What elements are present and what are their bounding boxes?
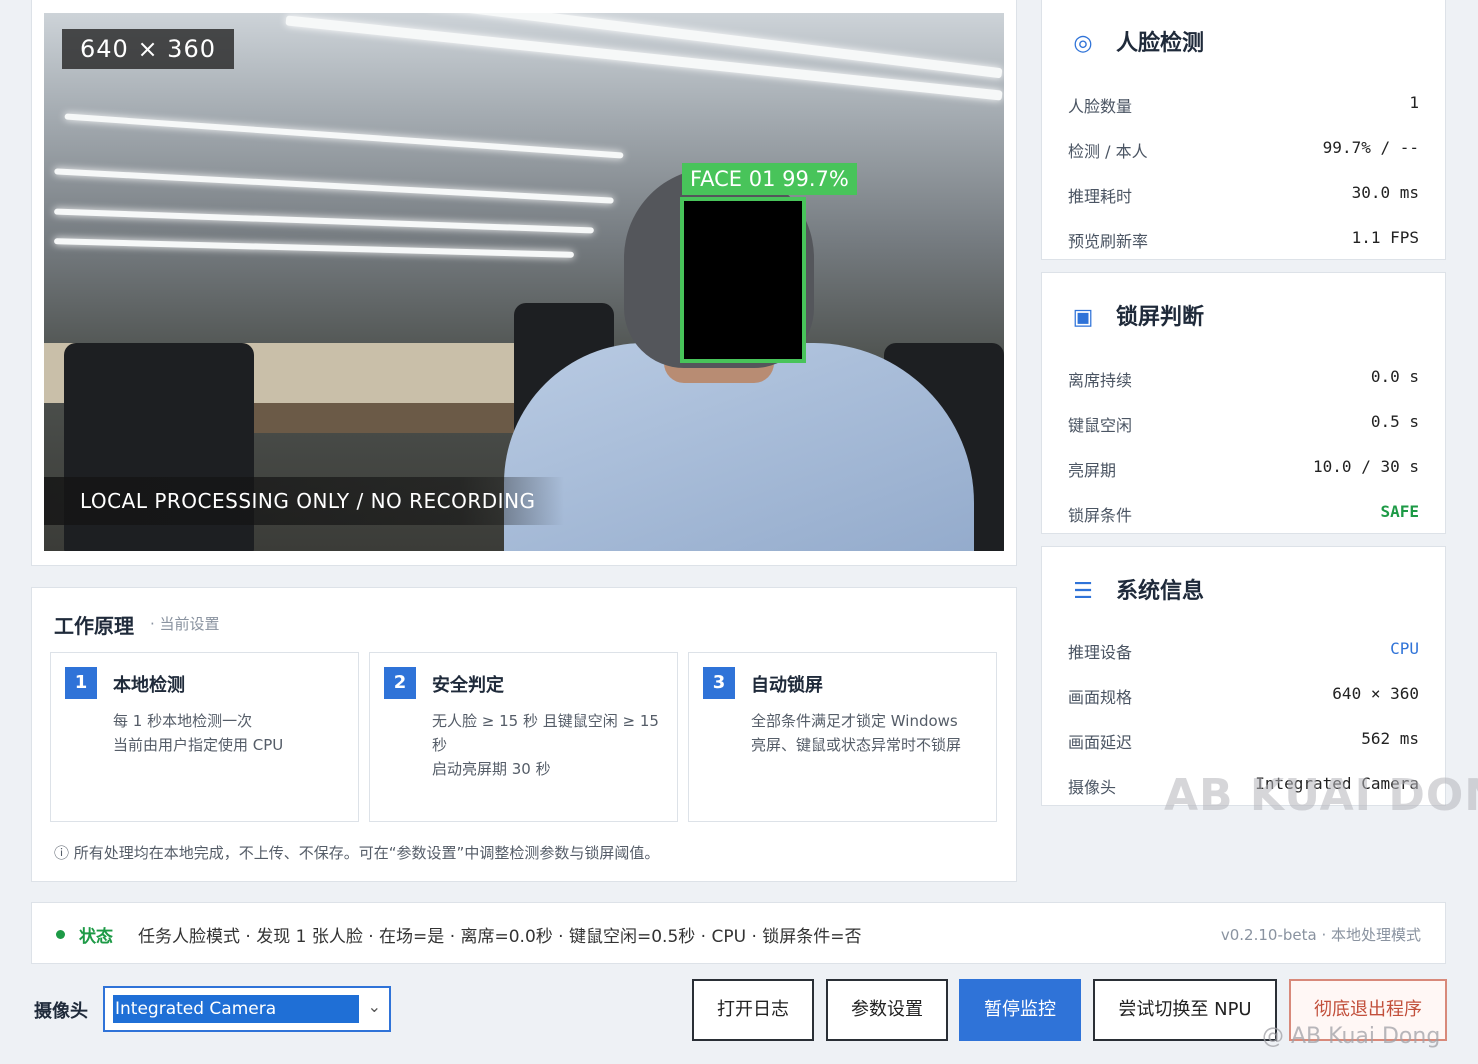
step-card-safety-check: 2 安全判定 无人脸 ≥ 15 秒 且键鼠空闲 ≥ 15 秒 启动亮屏期 30 … xyxy=(369,652,678,822)
camera-preview: FACE 01 99.7% 640 × 360 LOCAL PROCESSING… xyxy=(44,13,1004,551)
stat-label: 锁屏条件 xyxy=(1068,506,1133,525)
stat-label: 人脸数量 xyxy=(1068,97,1133,116)
how-it-works-card: 工作原理 · 当前设置 1 本地检测 每 1 秒本地检测一次 当前由用户指定使用… xyxy=(31,587,1017,882)
stat-value: SAFE xyxy=(1380,502,1419,521)
chevron-down-icon[interactable]: ⌄ xyxy=(368,997,381,1016)
step-number: 1 xyxy=(65,667,97,699)
ceiling-light xyxy=(54,238,574,258)
stat-value: 1 xyxy=(1409,93,1419,112)
stat-row-bright-period: 亮屏期 10.0 / 30 s xyxy=(1068,457,1419,481)
stat-value: 562 ms xyxy=(1361,729,1419,748)
status-bar: 状态 任务人脸模式 · 发现 1 张人脸 · 在场=是 · 离席=0.0秒 · … xyxy=(31,902,1446,964)
step-description: 每 1 秒本地检测一次 当前由用户指定使用 CPU xyxy=(113,712,284,754)
step-description: 全部条件满足才锁定 Windows 亮屏、键鼠或状态异常时不锁屏 xyxy=(751,712,962,754)
stat-row-resolution: 画面规格 640 × 360 xyxy=(1068,684,1419,708)
stat-value: 0.0 s xyxy=(1370,367,1419,386)
stat-row-device: 推理设备 CPU xyxy=(1068,639,1419,663)
stat-label: 摄像头 xyxy=(1068,778,1117,797)
square-icon: ▣ xyxy=(1072,305,1094,330)
ceiling-light xyxy=(64,113,624,159)
stat-row-lock-condition: 锁屏条件 SAFE xyxy=(1068,502,1419,526)
settings-button[interactable]: 参数设置 xyxy=(826,979,948,1041)
stat-label: 键鼠空闲 xyxy=(1068,416,1133,435)
step-title: 本地检测 xyxy=(113,675,185,696)
stat-value: 99.7% / -- xyxy=(1322,138,1419,157)
stat-label: 画面延迟 xyxy=(1068,733,1133,752)
panel-title: 人脸检测 xyxy=(1116,31,1205,56)
camera-select-value: Integrated Camera xyxy=(113,995,359,1023)
step-card-auto-lock: 3 自动锁屏 全部条件满足才锁定 Windows 亮屏、键鼠或状态异常时不锁屏 xyxy=(688,652,997,822)
stat-row-detect-self: 检测 / 本人 99.7% / -- xyxy=(1068,138,1419,162)
stat-row-inference-time: 推理耗时 30.0 ms xyxy=(1068,183,1419,207)
camera-label: 摄像头 xyxy=(34,1001,88,1022)
stat-value: 0.5 s xyxy=(1370,412,1419,431)
status-dot-icon xyxy=(56,930,65,939)
step-number: 2 xyxy=(384,667,416,699)
target-icon: ◎ xyxy=(1073,31,1093,56)
pause-monitor-button[interactable]: 暂停监控 xyxy=(959,979,1081,1041)
step-title: 安全判定 xyxy=(432,675,504,696)
camera-preview-card: FACE 01 99.7% 640 × 360 LOCAL PROCESSING… xyxy=(31,0,1017,566)
corner-watermark: @ AB Kuai Dong xyxy=(1262,1024,1441,1049)
stat-row-latency: 画面延迟 562 ms xyxy=(1068,729,1419,753)
stat-label: 推理耗时 xyxy=(1068,187,1133,206)
stat-label: 推理设备 xyxy=(1068,643,1133,662)
stat-value: CPU xyxy=(1390,639,1419,658)
privacy-banner: LOCAL PROCESSING ONLY / NO RECORDING xyxy=(44,477,564,525)
stat-label: 亮屏期 xyxy=(1068,461,1117,480)
panel-title: 锁屏判断 xyxy=(1116,305,1205,330)
step-title: 自动锁屏 xyxy=(751,675,823,696)
lock-decision-panel: ▣ 锁屏判断 离席持续 0.0 s 键鼠空闲 0.5 s 亮屏期 10.0 / 30 … xyxy=(1041,272,1446,534)
stat-label: 预览刷新率 xyxy=(1068,232,1149,251)
resolution-badge: 640 × 360 xyxy=(62,29,234,69)
stat-label: 检测 / 本人 xyxy=(1068,142,1148,161)
stat-value: 10.0 / 30 s xyxy=(1313,457,1419,476)
step-description: 无人脸 ≥ 15 秒 且键鼠空闲 ≥ 15 秒 启动亮屏期 30 秒 xyxy=(432,712,659,778)
face-detection-box xyxy=(680,197,806,363)
stat-row-input-idle: 键鼠空闲 0.5 s xyxy=(1068,412,1419,436)
switch-npu-button[interactable]: 尝试切换至 NPU xyxy=(1093,979,1277,1041)
step-number: 3 xyxy=(703,667,735,699)
open-log-button[interactable]: 打开日志 xyxy=(692,979,814,1041)
stat-row-away-duration: 离席持续 0.0 s xyxy=(1068,367,1419,391)
watermark: AB KUAI DONG xyxy=(1164,770,1478,821)
status-label: 状态 xyxy=(79,927,113,947)
stat-row-preview-fps: 预览刷新率 1.1 FPS xyxy=(1068,228,1419,252)
status-text: 任务人脸模式 · 发现 1 张人脸 · 在场=是 · 离席=0.0秒 · 键鼠空… xyxy=(138,927,862,947)
stat-label: 离席持续 xyxy=(1068,371,1133,390)
section-subtitle: · 当前设置 xyxy=(150,615,220,633)
face-detection-label: FACE 01 99.7% xyxy=(682,163,857,195)
step-card-local-detect: 1 本地检测 每 1 秒本地检测一次 当前由用户指定使用 CPU xyxy=(50,652,359,822)
stat-row-face-count: 人脸数量 1 xyxy=(1068,93,1419,117)
version-text: v0.2.10-beta · 本地处理模式 xyxy=(1220,926,1421,944)
section-title: 工作原理 xyxy=(54,614,134,638)
panel-title: 系统信息 xyxy=(1116,579,1205,604)
system-info-panel: ☰ 系统信息 推理设备 CPU 画面规格 640 × 360 画面延迟 562 ms … xyxy=(1041,546,1446,806)
camera-select[interactable]: Integrated Camera ⌄ xyxy=(103,986,391,1032)
stat-value: 1.1 FPS xyxy=(1351,228,1419,247)
face-detection-panel: ◎ 人脸检测 人脸数量 1 检测 / 本人 99.7% / -- 推理耗时 30.0 … xyxy=(1041,0,1446,260)
privacy-note: ⓘ 所有处理均在本地完成，不上传、不保存。可在“参数设置”中调整检测参数与锁屏阈… xyxy=(54,844,660,862)
ceiling-light xyxy=(54,208,594,234)
stat-value: 640 × 360 xyxy=(1332,684,1419,703)
stat-label: 画面规格 xyxy=(1068,688,1133,707)
ceiling-light xyxy=(54,168,614,204)
stat-value: 30.0 ms xyxy=(1351,183,1419,202)
list-icon: ☰ xyxy=(1073,579,1093,604)
office-desk xyxy=(224,403,524,433)
